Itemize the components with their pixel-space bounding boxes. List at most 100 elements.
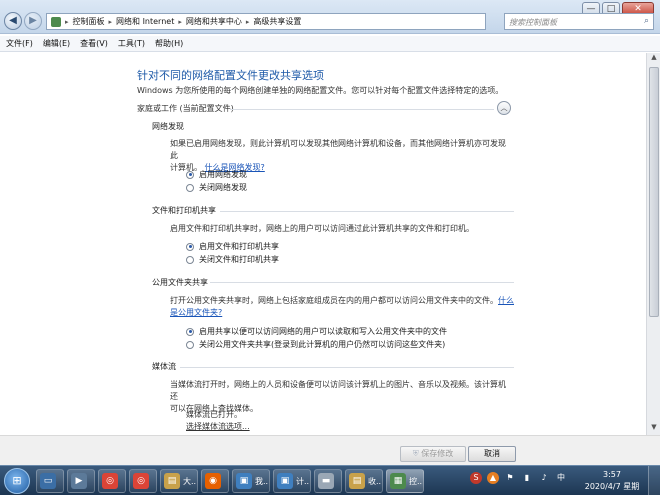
menu-help[interactable]: 帮助(H) <box>155 38 183 49</box>
chevron-up-icon: ︿ <box>500 104 508 112</box>
breadcrumb-separator: ▸ <box>178 17 182 26</box>
explorer-window: — □ ✕ ◀ ▶ ▸ 控制面板 ▸ 网络和 Internet ▸ 网络和共享中… <box>0 0 660 465</box>
media-status: 媒体流已打开。 <box>186 410 242 419</box>
breadcrumb-control-panel[interactable]: 控制面板 <box>73 16 105 27</box>
shield-icon: ⛨ <box>412 449 419 458</box>
divider <box>180 367 514 368</box>
tray-language-icon[interactable]: 中 <box>555 472 567 484</box>
clock[interactable]: 3:57 2020/4/7 星期二 <box>582 469 642 495</box>
taskbar-item[interactable]: ▭ <box>36 469 64 493</box>
breadcrumb-advanced-sharing[interactable]: 高级共享设置 <box>253 16 301 27</box>
taskbar-item-label: 计... <box>296 476 311 486</box>
taskbar: ⊞ ▭ ▶ ◎ ◎ ▤ 大... ◉ ▣ 我... ▣ 计... ▬ ▤ 收... ▦ 控... S ▲ ⚑ … <box>0 465 660 495</box>
public-help-link-1[interactable]: 什么 <box>498 296 514 305</box>
vertical-scrollbar[interactable]: ▲ ▼ <box>646 53 660 435</box>
clock-time: 3:57 <box>603 470 621 479</box>
public-text-1: 打开公用文件夹共享时，网络上包括家庭组成员在内的用户都可以访问公用文件夹中的文件… <box>170 296 498 305</box>
radio-enable-public-sharing[interactable]: 启用共享以便可以访问网络的用户可以读取和写入公用文件夹中的文件 <box>186 326 447 337</box>
title-bar: — □ ✕ ◀ ▶ ▸ 控制面板 ▸ 网络和 Internet ▸ 网络和共享中… <box>0 0 660 34</box>
search-input[interactable]: 搜索控制面板 ⌕ <box>504 13 654 30</box>
cancel-button[interactable]: 取消 <box>468 446 516 462</box>
radio-unselected[interactable] <box>186 340 194 349</box>
tray-network-icon[interactable]: ▮ <box>521 472 533 484</box>
taskbar-item[interactable]: ◉ <box>201 469 229 493</box>
scroll-down-icon[interactable]: ▼ <box>647 423 660 435</box>
public-description: 打开公用文件夹共享时，网络上包括家庭组成员在内的用户都可以访问公用文件夹中的文件… <box>170 295 515 319</box>
section-title-printer: 文件和打印机共享 <box>152 206 216 215</box>
breadcrumb-separator: ▸ <box>108 17 113 26</box>
search-placeholder: 搜索控制面板 <box>509 18 557 27</box>
clock-date: 2020/4/7 星期二 <box>584 482 640 495</box>
page-description: Windows 为您所使用的每个网络创建单独的网络配置文件。您可以针对每个配置文… <box>137 86 504 95</box>
back-button[interactable]: ◀ <box>4 12 22 30</box>
breadcrumb-network-sharing-center[interactable]: 网络和共享中心 <box>186 16 242 27</box>
section-title-media: 媒体流 <box>152 362 176 371</box>
scroll-thumb[interactable] <box>649 67 659 317</box>
radio-selected[interactable] <box>186 242 194 251</box>
car-icon: ▬ <box>318 473 334 489</box>
show-desktop-button[interactable] <box>648 466 660 495</box>
radio-unselected[interactable] <box>186 255 194 264</box>
desktop-icon: ▭ <box>40 473 56 489</box>
radio-enable-printer-sharing[interactable]: 启用文件和打印机共享 <box>186 241 279 252</box>
media-text-1: 当媒体流打开时，网络上的人员和设备便可以访问该计算机上的图片、音乐以及视频。该计… <box>170 380 506 401</box>
taskbar-item[interactable]: ▣ 计... <box>273 469 311 493</box>
radio-label: 启用文件和打印机共享 <box>199 242 279 251</box>
radio-disable-discovery[interactable]: 关闭网络发现 <box>186 182 247 193</box>
computer-icon: ▣ <box>236 473 252 489</box>
radio-label: 启用网络发现 <box>199 170 247 179</box>
tray-flag-icon[interactable]: ⚑ <box>504 472 516 484</box>
menu-edit[interactable]: 编辑(E) <box>43 38 70 49</box>
media-icon: ▶ <box>71 473 87 489</box>
firefox-icon: ◉ <box>205 473 221 489</box>
tray-volume-icon[interactable]: ♪ <box>538 472 550 484</box>
save-changes-button[interactable]: ⛨ 保存修改 <box>400 446 466 462</box>
action-bar: ⛨ 保存修改 取消 <box>0 435 660 465</box>
menu-view[interactable]: 查看(V) <box>80 38 108 49</box>
taskbar-item[interactable]: ▶ <box>67 469 95 493</box>
forward-button[interactable]: ▶ <box>24 12 42 30</box>
search-icon[interactable]: ⌕ <box>644 16 649 26</box>
radio-selected[interactable] <box>186 327 194 336</box>
taskbar-item[interactable]: ◎ <box>129 469 157 493</box>
divider <box>220 211 514 212</box>
radio-label: 启用共享以便可以访问网络的用户可以读取和写入公用文件夹中的文件 <box>199 327 447 336</box>
radio-selected[interactable] <box>186 170 194 179</box>
radio-label: 关闭网络发现 <box>199 183 247 192</box>
computer-icon: ▣ <box>277 473 293 489</box>
radio-disable-public-sharing[interactable]: 关闭公用文件夹共享(登录到此计算机的用户仍然可以访问这些文件夹) <box>186 339 445 350</box>
taskbar-item[interactable]: ▤ 收... <box>345 469 383 493</box>
menu-tools[interactable]: 工具(T) <box>118 38 145 49</box>
radio-unselected[interactable] <box>186 183 194 192</box>
divider <box>210 282 514 283</box>
tray-antivirus-icon[interactable]: ▲ <box>487 472 499 484</box>
taskbar-item[interactable]: ▬ <box>314 469 342 493</box>
windows-logo-icon: ⊞ <box>12 474 22 487</box>
collapse-button[interactable]: ︿ <box>497 101 511 115</box>
arrow-right-icon: ▶ <box>29 15 37 26</box>
arrow-left-icon: ◀ <box>9 15 17 26</box>
taskbar-item[interactable]: ◎ <box>98 469 126 493</box>
taskbar-item[interactable]: ▣ 我... <box>232 469 270 493</box>
address-bar[interactable]: ▸ 控制面板 ▸ 网络和 Internet ▸ 网络和共享中心 ▸ 高级共享设置 <box>46 13 486 30</box>
radio-disable-printer-sharing[interactable]: 关闭文件和打印机共享 <box>186 254 279 265</box>
taskbar-item[interactable]: ▤ 大... <box>160 469 198 493</box>
section-title-public: 公用文件夹共享 <box>152 278 208 287</box>
save-label: 保存修改 <box>421 449 454 458</box>
public-help-link-2[interactable]: 是公用文件夹? <box>170 307 515 319</box>
start-button[interactable]: ⊞ <box>4 468 30 494</box>
media-options-link[interactable]: 选择媒体流选项... <box>186 421 250 432</box>
menu-bar: 文件(F) 编辑(E) 查看(V) 工具(T) 帮助(H) <box>0 36 660 52</box>
taskbar-item-label: 大... <box>183 476 198 486</box>
breadcrumb-network-internet[interactable]: 网络和 Internet <box>116 16 174 27</box>
taskbar-item[interactable]: ▦ 控... <box>386 469 424 493</box>
control-panel-icon <box>51 16 61 27</box>
menu-file[interactable]: 文件(F) <box>6 38 33 49</box>
taskbar-item-label: 收... <box>368 476 383 486</box>
section-title-discovery: 网络发现 <box>152 122 184 131</box>
discovery-text-1: 如果已启用网络发现，则此计算机可以发现其他网络计算机和设备，而其他网络计算机亦可… <box>170 139 506 160</box>
radio-enable-discovery[interactable]: 启用网络发现 <box>186 169 247 180</box>
divider <box>230 109 494 110</box>
scroll-up-icon[interactable]: ▲ <box>647 53 660 65</box>
tray-shield-icon[interactable]: S <box>470 472 482 484</box>
